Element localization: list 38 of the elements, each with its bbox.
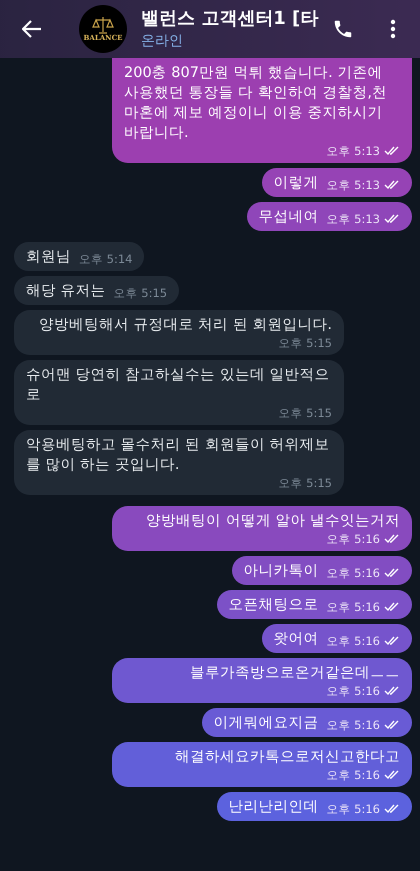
message-time: 오후 5:16 — [326, 767, 380, 783]
message-time: 오후 5:15 — [114, 285, 168, 301]
message-text: 슈어맨 당연히 참고하실수는 있는데 일반적으로 — [26, 366, 330, 405]
message-time: 오후 5:16 — [326, 801, 380, 817]
phone-icon[interactable] — [332, 18, 354, 40]
message-text: 양방베팅해서 규정대로 처리 된 회원입니다. — [38, 316, 332, 335]
message-time: 오후 5:13 — [326, 211, 380, 227]
message-time: 오후 5:15 — [278, 475, 332, 491]
chat-status: 온라인 — [141, 32, 184, 51]
chat-title: 밸런스 고객센터1 [타 — [141, 7, 320, 31]
message-text: 악용베팅하고 몰수처리 된 회원들이 허위제보를 많이 하는 곳입니다. — [26, 436, 330, 475]
message-time: 오후 5:13 — [326, 143, 380, 159]
back-arrow-icon[interactable] — [22, 20, 42, 38]
message-time: 오후 5:16 — [326, 565, 380, 581]
message-time: 오후 5:16 — [326, 683, 380, 699]
message-text: 해결하세요카톡으로저신고한다고 — [175, 748, 400, 767]
message-text: 오픈채팅으로 — [228, 596, 319, 615]
message-text: 이게뭐에요지금 — [214, 714, 319, 733]
message-text: 양방배팅이 어떻게 알아 낼수잇는거저 — [146, 512, 400, 531]
message-text: 회원님 — [26, 248, 71, 267]
message-time: 오후 5:16 — [326, 599, 380, 615]
message-text: 난리난리인데 — [228, 798, 319, 817]
message-time: 오후 5:14 — [79, 251, 132, 267]
message-time: 오후 5:15 — [278, 405, 332, 421]
message-time: 오후 5:16 — [326, 717, 380, 733]
message-text: 왓어여 — [274, 630, 319, 649]
message-time: 오후 5:16 — [326, 633, 380, 649]
message-text: 무섭네여 — [258, 208, 319, 227]
scale-icon — [92, 16, 114, 34]
message-text: 200충 807만원 먹튀 했습니다. 기존에 사용했던 통장들 다 확인하여 경찰청,천마혼에 제보 예정이니 이용 중지하시기 바랍니다. — [124, 64, 388, 143]
message-text: 블루가족방으로온거같은데ㅡㅡ — [190, 664, 400, 683]
message-text: 아니카톡이 — [244, 562, 319, 581]
more-icon[interactable] — [390, 19, 396, 39]
message-time: 오후 5:13 — [326, 177, 380, 193]
message-text: 해당 유저는 — [26, 282, 106, 301]
message-time: 오후 5:16 — [326, 531, 380, 547]
message-time: 오후 5:15 — [278, 335, 332, 351]
message-text: 이렇게 — [274, 174, 319, 193]
